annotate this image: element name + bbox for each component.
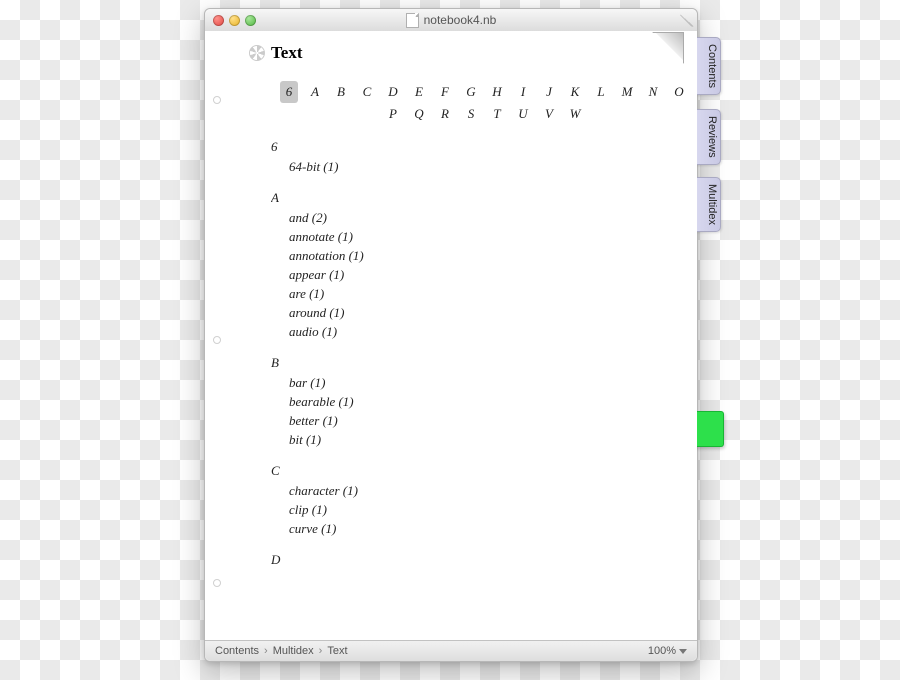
alphabet-letter[interactable]: C xyxy=(361,81,373,103)
index-entry[interactable]: character (1) xyxy=(289,481,665,500)
side-tab-contents[interactable]: Contents xyxy=(696,37,721,95)
alphabet-letter[interactable]: K xyxy=(569,81,581,103)
window-title: notebook4.nb xyxy=(205,13,697,28)
index-group-letter: D xyxy=(271,552,665,568)
index-entry[interactable]: curve (1) xyxy=(289,519,665,538)
index-list: 6 64-bit (1) Aand (2)annotate (1)annotatio… xyxy=(271,139,665,637)
alphabet-letter[interactable]: N xyxy=(647,81,659,103)
alphabet-letter[interactable]: P xyxy=(387,103,399,125)
index-group: Ccharacter (1)clip (1)curve (1) xyxy=(271,463,665,538)
page-title: Text xyxy=(271,43,303,63)
alphabet-letter[interactable]: H xyxy=(491,81,503,103)
breadcrumb-separator-icon: › xyxy=(319,645,323,657)
index-entry[interactable]: bar (1) xyxy=(289,373,665,392)
side-tab-label: Contents xyxy=(706,44,718,88)
alphabet-letter[interactable]: O xyxy=(673,81,685,103)
status-bar: Contents › Multidex › Text 100% xyxy=(205,640,697,661)
breadcrumb-separator-icon: › xyxy=(264,645,268,657)
index-entry[interactable]: annotation (1) xyxy=(289,246,665,265)
alphabet-letter[interactable]: 6 xyxy=(280,81,298,103)
alphabet-letter[interactable]: G xyxy=(465,81,477,103)
index-entry[interactable]: 64-bit (1) xyxy=(289,157,665,176)
page-heading: Text xyxy=(249,43,303,63)
window-title-text: notebook4.nb xyxy=(424,13,497,27)
index-group-letter: C xyxy=(271,463,665,479)
breadcrumb-item[interactable]: Contents xyxy=(215,645,259,657)
side-tab-label: Multidex xyxy=(706,184,718,225)
alphabet-row: 6ABCDEFGHIJKLMNO xyxy=(303,81,665,103)
binder-hole-icon xyxy=(213,336,221,344)
alphabet-letter[interactable]: E xyxy=(413,81,425,103)
alphabet-letter[interactable]: U xyxy=(517,103,529,125)
paper: Text 6ABCDEFGHIJKLMNO PQRSTUVW 664-bit (… xyxy=(223,31,685,641)
zoom-window-button[interactable] xyxy=(245,15,256,26)
index-entry[interactable]: are (1) xyxy=(289,284,665,303)
binder-hole-icon xyxy=(213,96,221,104)
content-area: Text 6ABCDEFGHIJKLMNO PQRSTUVW 664-bit (… xyxy=(205,31,697,641)
spiral-icon xyxy=(249,45,265,61)
index-group: Bbar (1)bearable (1)better (1)bit (1) xyxy=(271,355,665,449)
alphabet-letter[interactable]: F xyxy=(439,81,451,103)
index-entry[interactable]: clip (1) xyxy=(289,500,665,519)
app-window: notebook4.nb Contents Reviews Multidex T… xyxy=(204,8,698,662)
index-group: 6 64-bit (1) xyxy=(271,139,665,176)
zoom-control[interactable]: 100% xyxy=(648,645,687,657)
index-entry[interactable]: and (2) xyxy=(289,208,665,227)
resize-handle-icon[interactable] xyxy=(679,13,693,27)
alphabet-row: PQRSTUVW xyxy=(303,103,665,125)
index-group-letter: 6 xyxy=(271,139,665,155)
breadcrumb-item[interactable]: Text xyxy=(327,645,347,657)
index-entry[interactable]: bit (1) xyxy=(289,430,665,449)
alphabet-nav: 6ABCDEFGHIJKLMNO PQRSTUVW xyxy=(303,81,665,125)
window-controls xyxy=(205,15,256,26)
alphabet-letter[interactable]: A xyxy=(309,81,321,103)
alphabet-letter[interactable]: M xyxy=(621,81,633,103)
alphabet-letter[interactable]: I xyxy=(517,81,529,103)
index-entry[interactable]: bearable (1) xyxy=(289,392,665,411)
page-curl-icon xyxy=(652,32,684,64)
chevron-down-icon xyxy=(679,649,687,654)
index-entry[interactable]: annotate (1) xyxy=(289,227,665,246)
alphabet-letter[interactable]: J xyxy=(543,81,555,103)
side-tab-label: Reviews xyxy=(706,116,718,158)
alphabet-letter[interactable]: B xyxy=(335,81,347,103)
alphabet-letter[interactable]: D xyxy=(387,81,399,103)
zoom-value: 100% xyxy=(648,645,676,657)
close-window-button[interactable] xyxy=(213,15,224,26)
index-entry[interactable]: appear (1) xyxy=(289,265,665,284)
alphabet-letter[interactable]: T xyxy=(491,103,503,125)
index-entry[interactable]: audio (1) xyxy=(289,322,665,341)
alphabet-letter[interactable]: S xyxy=(465,103,477,125)
index-group-letter: A xyxy=(271,190,665,206)
side-tab-reviews[interactable]: Reviews xyxy=(696,109,721,165)
index-group: Aand (2)annotate (1)annotation (1)appear… xyxy=(271,190,665,341)
alphabet-letter[interactable]: W xyxy=(569,103,581,125)
index-group-letter: B xyxy=(271,355,665,371)
binder-hole-icon xyxy=(213,579,221,587)
index-entry[interactable]: around (1) xyxy=(289,303,665,322)
alphabet-letter[interactable]: Q xyxy=(413,103,425,125)
index-group: D xyxy=(271,552,665,568)
index-entry[interactable]: better (1) xyxy=(289,411,665,430)
alphabet-letter[interactable]: V xyxy=(543,103,555,125)
alphabet-letter[interactable]: R xyxy=(439,103,451,125)
document-icon xyxy=(406,13,419,28)
breadcrumb: Contents › Multidex › Text xyxy=(215,645,348,657)
titlebar[interactable]: notebook4.nb xyxy=(205,9,697,32)
breadcrumb-item[interactable]: Multidex xyxy=(273,645,314,657)
side-tab-multidex[interactable]: Multidex xyxy=(696,177,721,232)
minimize-window-button[interactable] xyxy=(229,15,240,26)
alphabet-letter[interactable]: L xyxy=(595,81,607,103)
green-sticky-tab[interactable] xyxy=(695,411,724,447)
